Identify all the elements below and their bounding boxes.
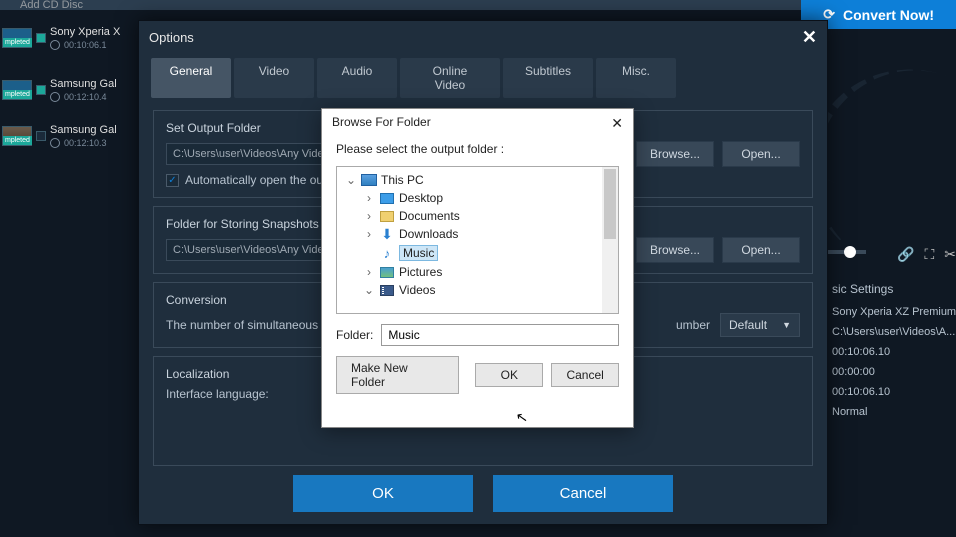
collapse-icon[interactable]: ⌄ — [363, 283, 375, 297]
scrollbar[interactable] — [602, 167, 618, 313]
browse-button[interactable]: Browse... — [636, 141, 714, 167]
pc-icon — [361, 174, 377, 186]
item-time: 00:12:10.3 — [64, 138, 107, 148]
cancel-button[interactable]: Cancel — [493, 475, 673, 512]
list-item[interactable]: mpleted Sony Xperia X 00:10:06.1 — [0, 22, 140, 54]
browse-title: Browse For Folder — [332, 115, 431, 132]
right-controls: 🔗 ⛶ ✂ — [897, 246, 956, 263]
info-row: 00:00:00 — [826, 362, 956, 382]
expand-icon[interactable]: › — [363, 209, 375, 223]
browse-prompt: Please select the output folder : — [322, 138, 633, 166]
tree-node-pictures[interactable]: › Pictures — [337, 263, 618, 281]
close-icon[interactable]: ✕ — [802, 27, 817, 48]
checkbox[interactable] — [36, 131, 46, 141]
tree-node-desktop[interactable]: › Desktop — [337, 189, 618, 207]
tree-node-this-pc[interactable]: ⌄ This PC — [337, 171, 618, 189]
expand-icon[interactable]: ⛶ — [924, 246, 934, 263]
list-item[interactable]: mpleted Samsung Gal 00:12:10.3 — [0, 120, 140, 152]
tab-bar: General Video Audio Online Video Subtitl… — [139, 54, 827, 102]
film-reel-decoration — [826, 30, 956, 240]
convert-label: Convert Now! — [843, 7, 934, 23]
clock-icon — [50, 40, 60, 50]
tab-subtitles[interactable]: Subtitles — [503, 58, 593, 98]
select-value: Default — [729, 318, 767, 332]
tree-node-music[interactable]: ♪ Music — [337, 243, 618, 263]
node-label: Music — [399, 245, 438, 261]
auto-open-label: Automatically open the outp — [185, 173, 333, 187]
auto-open-checkbox[interactable]: ✓ — [166, 174, 179, 187]
expand-icon[interactable]: › — [363, 265, 375, 279]
info-row: Normal — [826, 402, 956, 422]
completed-badge: mpleted — [3, 90, 32, 99]
folder-name-input[interactable] — [381, 324, 619, 346]
info-row: C:\Users\user\Videos\A... — [826, 322, 956, 342]
basic-settings-panel: sic Settings Sony Xperia XZ Premium C:\U… — [826, 276, 956, 422]
node-label: This PC — [381, 173, 424, 187]
tree-node-downloads[interactable]: › ⬇ Downloads — [337, 225, 618, 243]
music-icon: ♪ — [384, 246, 391, 261]
open-button[interactable]: Open... — [722, 237, 800, 263]
desktop-icon — [380, 193, 394, 204]
info-row: Sony Xperia XZ Premium — [826, 302, 956, 322]
chevron-down-icon: ▼ — [782, 320, 791, 330]
item-title: Sony Xperia X — [50, 26, 120, 38]
info-row: 00:10:06.10 — [826, 342, 956, 362]
folder-label: Folder: — [336, 328, 373, 342]
info-row: 00:10:06.10 — [826, 382, 956, 402]
slider-knob[interactable] — [844, 246, 856, 258]
expand-icon[interactable]: › — [363, 191, 375, 205]
tab-general[interactable]: General — [151, 58, 231, 98]
tab-online-video[interactable]: Online Video — [400, 58, 500, 98]
open-button[interactable]: Open... — [722, 141, 800, 167]
clock-icon — [50, 138, 60, 148]
clock-icon — [50, 92, 60, 102]
tree-node-documents[interactable]: › Documents — [337, 207, 618, 225]
collapse-icon[interactable]: ⌄ — [345, 173, 357, 187]
expand-icon[interactable]: › — [363, 227, 375, 241]
node-label: Pictures — [399, 265, 442, 279]
browse-button[interactable]: Browse... — [636, 237, 714, 263]
list-item[interactable]: mpleted Samsung Gal 00:12:10.4 — [0, 74, 140, 106]
node-label: Documents — [399, 209, 460, 223]
cut-icon[interactable]: ✂ — [944, 246, 956, 263]
scrollbar-thumb[interactable] — [604, 169, 616, 239]
tree-node-videos[interactable]: ⌄ Videos — [337, 281, 618, 299]
item-title: Samsung Gal — [50, 78, 117, 90]
link-icon[interactable]: 🔗 — [897, 246, 914, 263]
download-icon: ⬇ — [381, 226, 393, 243]
tab-video[interactable]: Video — [234, 58, 314, 98]
completed-badge: mpleted — [3, 38, 32, 47]
node-label: Desktop — [399, 191, 443, 205]
ok-button[interactable]: OK — [293, 475, 473, 512]
item-time: 00:10:06.1 — [64, 40, 107, 50]
make-new-folder-button[interactable]: Make New Folder — [336, 356, 459, 394]
tab-audio[interactable]: Audio — [317, 58, 397, 98]
ok-button[interactable]: OK — [475, 363, 543, 387]
conversion-text: The number of simultaneous vid — [166, 318, 337, 332]
checkbox[interactable] — [36, 33, 46, 43]
item-time: 00:12:10.4 — [64, 92, 107, 102]
browse-folder-dialog: Browse For Folder ✕ Please select the ou… — [321, 108, 634, 428]
thumbnail: mpleted — [2, 28, 32, 48]
pictures-icon — [380, 267, 394, 278]
file-list: mpleted Sony Xperia X 00:10:06.1 mpleted… — [0, 22, 140, 152]
tab-misc[interactable]: Misc. — [596, 58, 676, 98]
number-select[interactable]: Default ▼ — [720, 313, 800, 337]
checkbox[interactable] — [36, 85, 46, 95]
node-label: Videos — [399, 283, 435, 297]
folder-tree[interactable]: ⌄ This PC › Desktop › Documents › ⬇ Downloads… — [336, 166, 619, 314]
folder-icon — [380, 211, 394, 222]
close-icon[interactable]: ✕ — [611, 115, 623, 132]
add-disc-btn[interactable]: Add CD Disc — [20, 0, 83, 10]
thumbnail: mpleted — [2, 80, 32, 100]
thumbnail: mpleted — [2, 126, 32, 146]
item-title: Samsung Gal — [50, 124, 117, 136]
completed-badge: mpleted — [3, 136, 32, 145]
node-label: Downloads — [399, 227, 458, 241]
dialog-title: Options — [149, 30, 194, 45]
conversion-label: umber — [676, 318, 710, 332]
panel-header: sic Settings — [826, 276, 956, 302]
cancel-button[interactable]: Cancel — [551, 363, 619, 387]
videos-icon — [380, 285, 394, 296]
